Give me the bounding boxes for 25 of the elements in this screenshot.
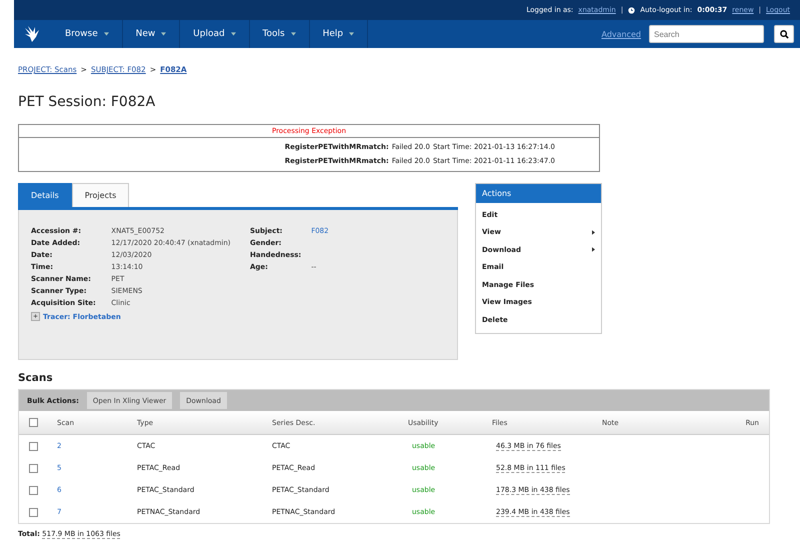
page-title: PET Session: F082A — [18, 94, 156, 110]
row-checkbox[interactable] — [29, 486, 38, 494]
clock-icon — [628, 6, 636, 14]
tab[interactable]: Projects — [72, 183, 130, 207]
caret-icon — [161, 32, 166, 36]
select-all-checkbox[interactable] — [29, 418, 38, 427]
nav-menu[interactable]: Tools — [250, 20, 310, 48]
caret-icon — [104, 32, 109, 36]
caret-icon — [230, 32, 236, 36]
row-checkbox[interactable] — [29, 508, 38, 516]
nav-menu[interactable]: Browse — [52, 20, 123, 48]
row-checkbox[interactable] — [29, 442, 38, 450]
caret-icon — [348, 32, 354, 36]
scans-heading: Scans — [18, 372, 54, 384]
row-checkbox[interactable] — [29, 464, 38, 472]
search-field[interactable]: Search — [649, 25, 764, 43]
nav-menu[interactable]: Help — [310, 20, 368, 48]
search-button[interactable] — [774, 25, 794, 43]
nav-menu[interactable]: Upload — [180, 20, 250, 48]
caret-icon — [290, 32, 296, 36]
tab[interactable]: Details — [18, 183, 72, 207]
nav-menu[interactable]: New — [122, 20, 180, 48]
advanced-search-link[interactable]: Advanced — [601, 30, 641, 38]
search-icon — [780, 30, 788, 38]
actions-header: Actions — [476, 184, 601, 203]
